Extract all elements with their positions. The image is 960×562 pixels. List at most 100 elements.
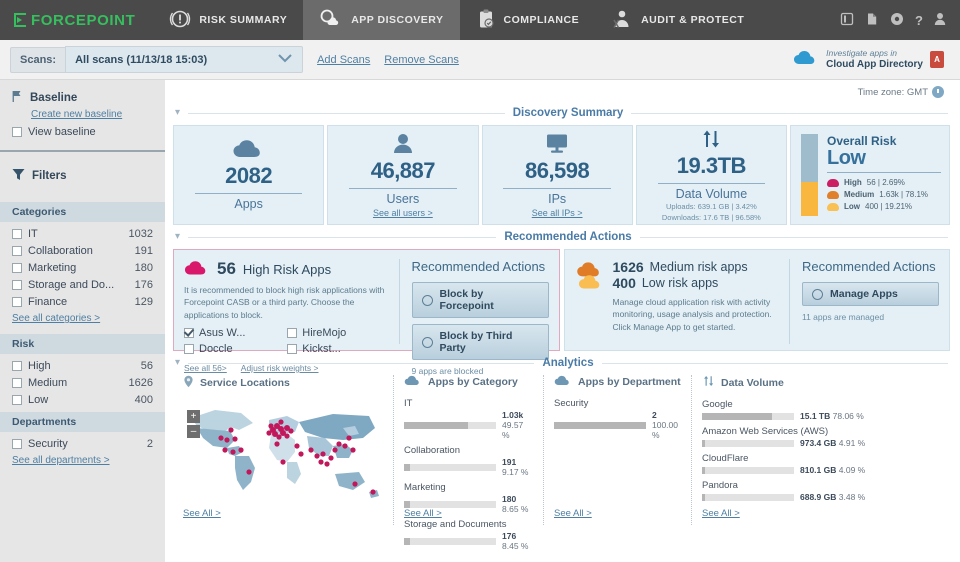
tab-risk-summary[interactable]: RISK SUMMARY xyxy=(153,0,303,40)
app-checkbox-row[interactable]: HireMojo xyxy=(287,327,390,339)
medium-low-risk-apps-card: 1626 Medium risk apps 400 Low risk apps … xyxy=(563,249,950,351)
add-scans-link[interactable]: Add Scans xyxy=(317,54,370,66)
filter-row-security[interactable]: Security 2 xyxy=(12,435,153,452)
filter-row-low[interactable]: Low 400 xyxy=(12,391,153,408)
bar-value-number: 810.1 GB xyxy=(800,465,837,475)
clipboard-check-icon xyxy=(476,8,496,33)
arrows-updown-icon xyxy=(702,375,715,390)
tab-audit-protect[interactable]: AUDIT & PROTECT xyxy=(595,0,760,40)
kpi-data-volume: 19.3TB Data Volume Uploads: 639.1 GB | 3… xyxy=(635,125,787,225)
collapse-caret-icon[interactable]: ▾ xyxy=(175,232,180,242)
collapse-caret-icon[interactable]: ▾ xyxy=(175,358,180,368)
volume-see-all-link[interactable]: See All > xyxy=(702,508,740,519)
filter-checkbox[interactable] xyxy=(12,360,22,371)
bar-value-pct: 4.91 % xyxy=(838,438,866,448)
filter-checkbox[interactable] xyxy=(12,262,22,273)
app-checkbox-row[interactable]: Asus W... xyxy=(184,327,287,339)
remove-scans-link[interactable]: Remove Scans xyxy=(384,54,459,66)
see-all-categories-link[interactable]: See all categories > xyxy=(12,313,153,324)
view-baseline-row[interactable]: View baseline xyxy=(12,126,153,138)
medium-risk-description: Manage cloud application risk with activ… xyxy=(612,297,772,332)
filter-checkbox[interactable] xyxy=(12,245,22,256)
tab-label: AUDIT & PROTECT xyxy=(641,14,745,26)
bar-name: CloudFlare xyxy=(702,453,749,464)
high-risk-title-row: 56 High Risk Apps xyxy=(184,259,391,279)
report-icon[interactable] xyxy=(865,12,879,29)
high-risk-footer-links: See all 56> Adjust risk weights > xyxy=(184,363,391,373)
filter-row-it[interactable]: IT 1032 xyxy=(12,225,153,242)
kpi-divider xyxy=(657,182,766,184)
rule-right xyxy=(601,362,949,364)
app-checkbox[interactable] xyxy=(287,327,298,338)
filter-label: Finance xyxy=(28,295,68,308)
baseline-section: Baseline Create new baseline View baseli… xyxy=(0,80,165,152)
filter-checkbox[interactable] xyxy=(12,296,22,307)
bar-value: 15.1 TB 78.06 % xyxy=(800,411,864,421)
map-zoom-in-button[interactable]: + xyxy=(187,410,200,423)
recommended-actions-header: ▾ Recommended Actions xyxy=(173,225,950,249)
see-all-users-link[interactable]: See all users > xyxy=(373,208,433,218)
world-map-svg xyxy=(191,410,379,498)
filter-checkbox[interactable] xyxy=(12,228,22,239)
kpi-caption: Apps xyxy=(234,197,263,211)
map-zoom-out-button[interactable]: – xyxy=(187,425,200,438)
filter-row-marketing[interactable]: Marketing 180 xyxy=(12,259,153,276)
filter-checkbox[interactable] xyxy=(12,377,22,388)
filter-checkbox[interactable] xyxy=(12,394,22,405)
map-see-all-link[interactable]: See All > xyxy=(183,508,221,519)
pdf-icon[interactable]: A xyxy=(930,50,944,68)
filter-row-finance[interactable]: Finance 129 xyxy=(12,293,153,310)
filter-checkbox[interactable] xyxy=(12,279,22,290)
tab-compliance[interactable]: COMPLIANCE xyxy=(460,0,596,40)
risk-legend-high: High 56 | 2.69% xyxy=(827,178,941,187)
medium-risk-count: 1626 xyxy=(612,259,644,275)
world-map[interactable]: + – xyxy=(183,400,383,506)
adjust-risk-weights-link[interactable]: Adjust risk weights > xyxy=(241,363,319,373)
app-discovery-icon xyxy=(319,8,343,33)
filter-count: 191 xyxy=(134,244,153,257)
bar-track xyxy=(702,493,794,501)
rule-right xyxy=(639,236,949,238)
create-new-baseline-link[interactable]: Create new baseline xyxy=(31,109,122,120)
gear-icon[interactable] xyxy=(890,12,904,29)
tab-app-discovery[interactable]: APP DISCOVERY xyxy=(303,0,460,40)
bar-value-number: 973.4 GB xyxy=(800,438,837,448)
apps-by-department-title-row: Apps by Department xyxy=(554,375,681,389)
app-checkbox-row[interactable]: Doccle xyxy=(184,343,287,355)
department-see-all-link[interactable]: See All > xyxy=(554,508,592,519)
app-checkbox[interactable] xyxy=(184,327,194,338)
cloud-app-directory-promo[interactable]: Investigate apps in Cloud App Directory … xyxy=(793,48,950,70)
app-checkbox[interactable] xyxy=(287,343,298,354)
filter-row-storage[interactable]: Storage and Do... 176 xyxy=(12,276,153,293)
collapse-caret-icon[interactable]: ▾ xyxy=(175,108,180,118)
high-risk-label: High Risk Apps xyxy=(242,261,332,277)
bar-value-pct: 4.09 % xyxy=(838,465,866,475)
top-right-icon-group: ? xyxy=(840,0,960,40)
user-icon[interactable] xyxy=(934,12,946,29)
view-baseline-checkbox[interactable] xyxy=(12,127,22,137)
see-all-ips-link[interactable]: See all IPs > xyxy=(532,208,583,218)
see-all-departments-link[interactable]: See all departments > xyxy=(12,455,153,466)
book-icon[interactable] xyxy=(840,12,854,29)
block-by-forcepoint-button[interactable]: Block by Forcepoint xyxy=(411,282,549,318)
flag-icon xyxy=(12,90,23,106)
app-checkbox[interactable] xyxy=(184,343,194,354)
see-all-56-link[interactable]: See all 56> xyxy=(184,363,227,373)
filter-checkbox[interactable] xyxy=(12,438,22,449)
bar-value: 810.1 GB 4.09 % xyxy=(800,465,865,475)
category-see-all-link[interactable]: See All > xyxy=(404,508,442,519)
app-checkbox-row[interactable]: Kickst... xyxy=(287,343,390,355)
block-by-third-party-button[interactable]: Block by Third Party xyxy=(411,324,549,360)
bar-value-number: 688.9 GB xyxy=(800,492,837,502)
filter-row-medium[interactable]: Medium 1626 xyxy=(12,374,153,391)
bar-value-pct: 49.57 % xyxy=(502,420,524,440)
help-icon[interactable]: ? xyxy=(915,13,923,28)
kpi-ips: 86,598 IPs See all IPs > xyxy=(481,125,633,225)
filter-row-high[interactable]: High 56 xyxy=(12,357,153,374)
filter-row-collaboration[interactable]: Collaboration 191 xyxy=(12,242,153,259)
scans-select[interactable]: All scans (11/13/18 15:03) xyxy=(65,46,304,73)
forcepoint-logo[interactable]: FORCEPOINT xyxy=(0,0,153,40)
filter-group-risk: Risk High 56 Medium 1626 Low 400 xyxy=(0,334,165,412)
bar-name: Storage and Documents xyxy=(404,519,507,530)
manage-apps-button[interactable]: Manage Apps xyxy=(802,282,939,306)
